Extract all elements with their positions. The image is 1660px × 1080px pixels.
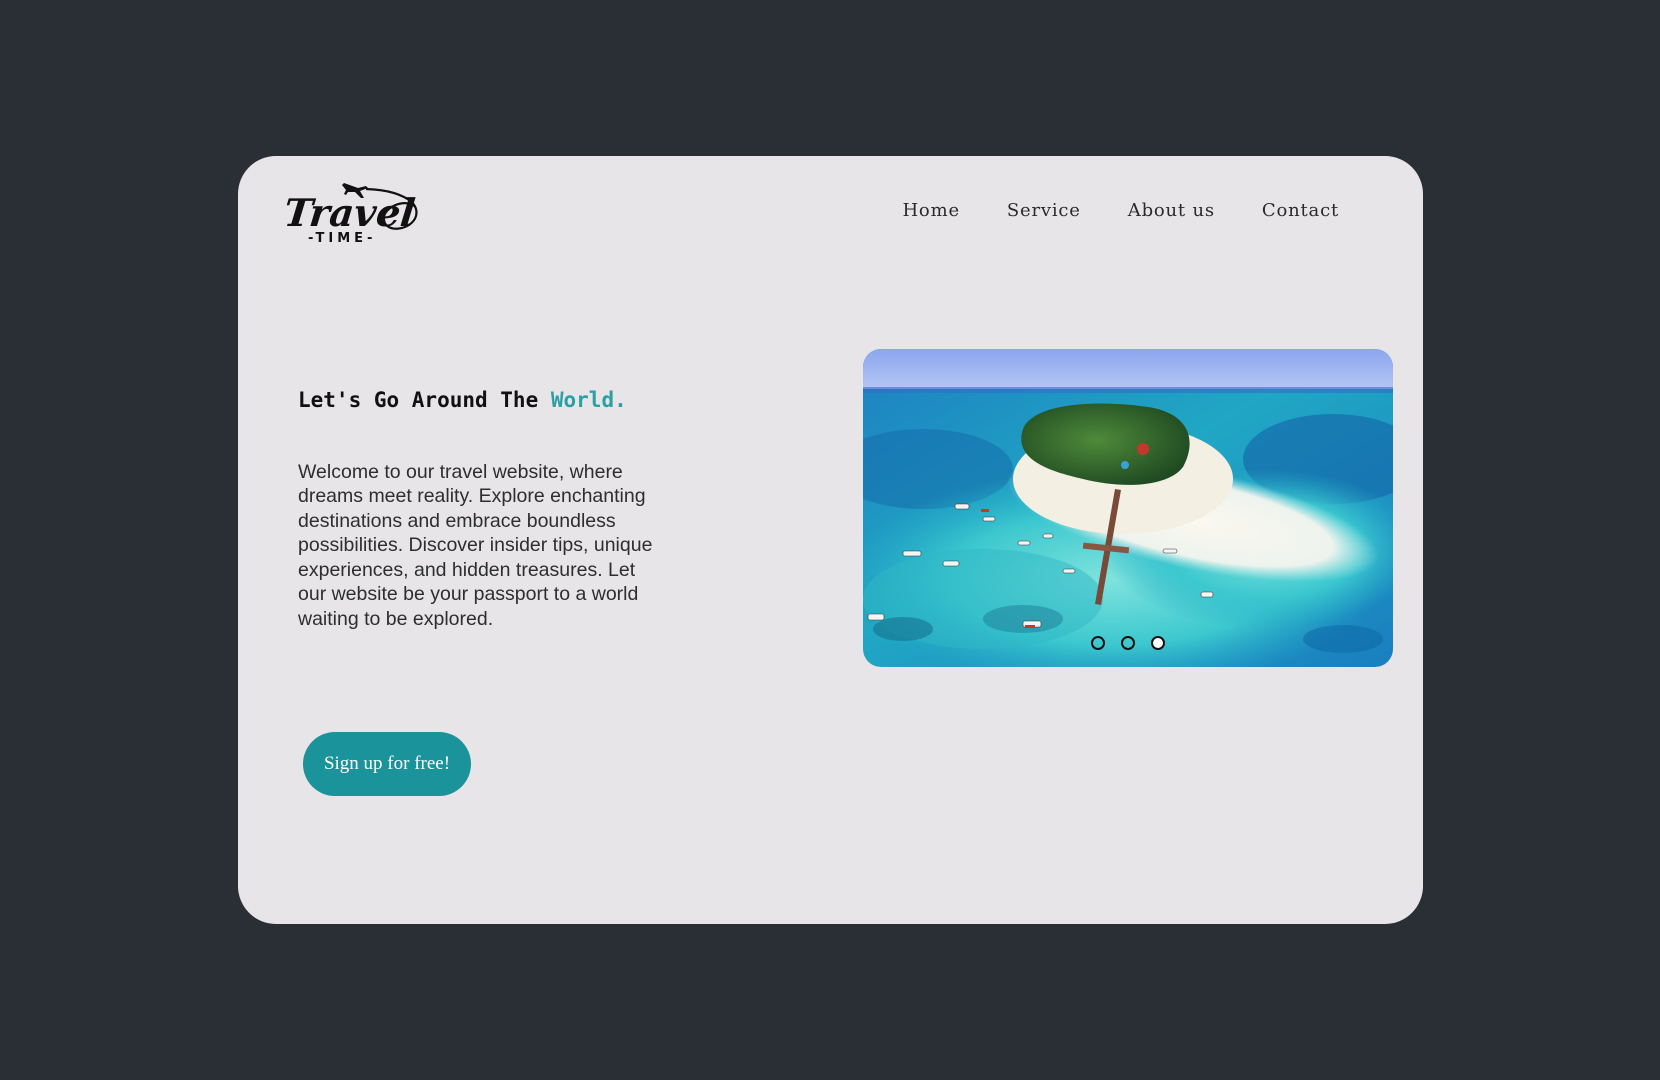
slide-dot-1[interactable] — [1091, 636, 1105, 650]
svg-text:Travel: Travel — [286, 190, 417, 235]
slide-dot-2[interactable] — [1121, 636, 1135, 650]
nav-contact[interactable]: Contact — [1262, 200, 1339, 221]
hero-headline-text: Let's Go Around The — [298, 388, 539, 412]
image-slider[interactable] — [863, 349, 1393, 667]
hero-headline: Let's Go Around The World. — [298, 388, 627, 412]
main-nav: Home Service About us Contact — [902, 200, 1339, 221]
slide-dot-3[interactable] — [1151, 636, 1165, 650]
aerial-island-image — [863, 349, 1393, 667]
sign-up-button[interactable]: Sign up for free! — [303, 732, 471, 796]
hero-paragraph: Welcome to our travel website, where dre… — [298, 460, 653, 631]
slider-dots — [863, 636, 1393, 650]
hero-headline-accent: World. — [550, 388, 627, 412]
travel-time-logo[interactable]: Travel -TIME- — [286, 176, 426, 246]
nav-service[interactable]: Service — [1007, 200, 1081, 221]
landing-card: Travel -TIME- Home Service About us Cont… — [238, 156, 1423, 924]
nav-about-us[interactable]: About us — [1128, 200, 1215, 221]
svg-text:-TIME-: -TIME- — [308, 231, 376, 246]
nav-home[interactable]: Home — [902, 200, 959, 221]
